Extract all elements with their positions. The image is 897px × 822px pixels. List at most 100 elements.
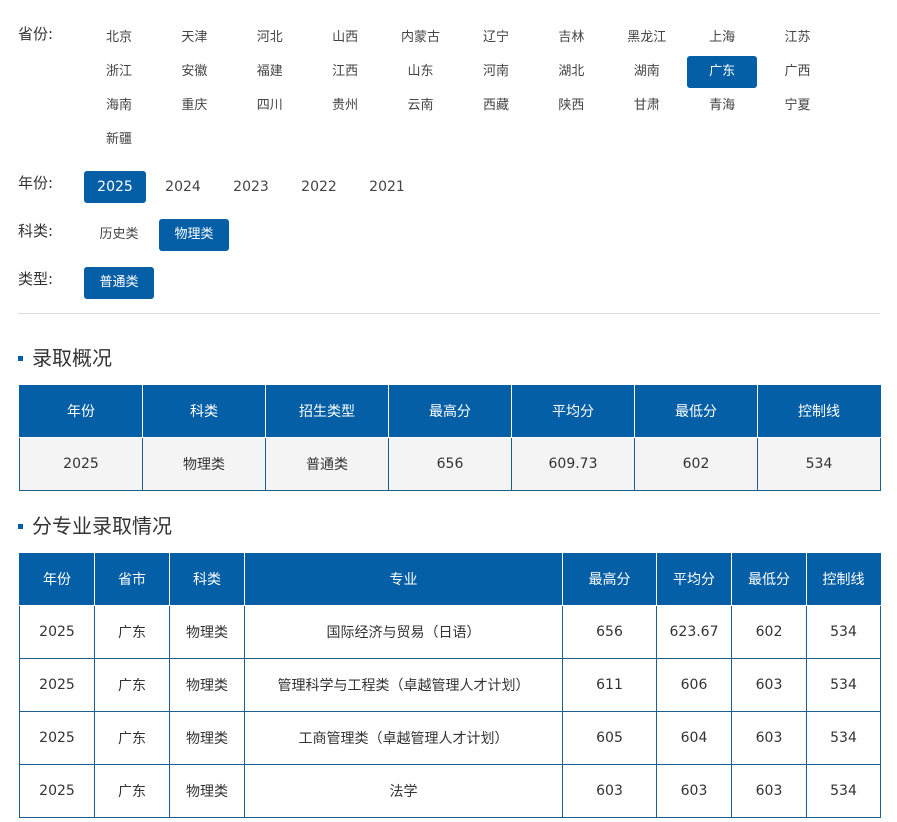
province-option[interactable]: 广西 — [763, 56, 833, 88]
table-cell: 物理类 — [169, 605, 245, 659]
table-cell: 604 — [656, 711, 732, 765]
column-header: 控制线 — [757, 385, 881, 438]
table-cell: 603 — [656, 764, 732, 818]
province-option[interactable]: 海南 — [84, 90, 154, 122]
table-cell: 工商管理类（卓越管理人才计划） — [244, 711, 563, 765]
table-cell: 605 — [562, 711, 657, 765]
subject-label: 科类: — [18, 222, 54, 240]
table-cell: 603 — [562, 764, 657, 818]
year-option[interactable]: 2022 — [288, 171, 350, 203]
table-cell: 534 — [806, 711, 881, 765]
majors-header-row: 年份 省市 科类 专业 最高分 平均分 最低分 控制线 — [19, 553, 881, 606]
column-header: 专业 — [244, 553, 563, 606]
province-option[interactable]: 湖北 — [536, 56, 606, 88]
province-option[interactable]: 山东 — [386, 56, 456, 88]
type-label: 类型: — [18, 270, 54, 288]
subject-option-selected[interactable]: 物理类 — [159, 219, 229, 251]
province-option[interactable]: 四川 — [235, 90, 305, 122]
table-cell: 603 — [731, 658, 807, 712]
table-cell: 602 — [731, 605, 807, 659]
column-header: 平均分 — [656, 553, 732, 606]
table-cell: 广东 — [94, 764, 170, 818]
province-option[interactable]: 江苏 — [763, 22, 833, 54]
type-option-selected[interactable]: 普通类 — [84, 267, 154, 299]
table-cell: 534 — [806, 658, 881, 712]
province-option[interactable]: 甘肃 — [612, 90, 682, 122]
province-option[interactable]: 重庆 — [159, 90, 229, 122]
province-option[interactable]: 新疆 — [84, 124, 154, 156]
table-cell: 603 — [731, 711, 807, 765]
column-header: 最高分 — [388, 385, 512, 438]
province-option[interactable]: 陕西 — [536, 90, 606, 122]
province-option[interactable]: 安徽 — [159, 56, 229, 88]
table-cell: 普通类 — [265, 437, 389, 491]
table-cell: 602 — [634, 437, 758, 491]
year-option[interactable]: 2023 — [220, 171, 282, 203]
column-header: 平均分 — [511, 385, 635, 438]
province-option[interactable]: 上海 — [687, 22, 757, 54]
table-cell: 物理类 — [169, 711, 245, 765]
province-option[interactable]: 贵州 — [310, 90, 380, 122]
type-options: 普通类 — [84, 267, 880, 299]
province-option[interactable]: 吉林 — [536, 22, 606, 54]
column-header: 最低分 — [634, 385, 758, 438]
province-option[interactable]: 辽宁 — [461, 22, 531, 54]
overview-row: 2025 物理类 普通类 656 609.73 602 534 — [19, 437, 881, 491]
table-cell: 2025 — [19, 658, 95, 712]
divider — [18, 313, 880, 314]
province-option[interactable]: 北京 — [84, 22, 154, 54]
province-label: 省份: — [18, 25, 54, 43]
subject-option[interactable]: 历史类 — [84, 219, 154, 251]
column-header: 科类 — [142, 385, 266, 438]
majors-title: 分专业录取情况 — [18, 513, 172, 539]
year-option[interactable]: 2021 — [356, 171, 418, 203]
column-header: 年份 — [19, 385, 143, 438]
province-option[interactable]: 天津 — [159, 22, 229, 54]
major-row: 2025 广东 物理类 工商管理类（卓越管理人才计划） 605 604 603 534 — [19, 711, 881, 765]
year-options: 2025 2024 2023 2022 2021 — [84, 171, 880, 203]
overview-title-text: 录取概况 — [32, 346, 112, 370]
majors-table: 年份 省市 科类 专业 最高分 平均分 最低分 控制线 2025 广东 物理类 国际经济与贸易（日语… — [19, 553, 881, 818]
table-cell: 603 — [731, 764, 807, 818]
province-option[interactable]: 浙江 — [84, 56, 154, 88]
column-header: 年份 — [19, 553, 95, 606]
title-bullet — [18, 523, 23, 529]
year-option[interactable]: 2024 — [152, 171, 214, 203]
overview-title: 录取概况 — [18, 345, 112, 371]
table-cell: 534 — [806, 605, 881, 659]
major-row: 2025 广东 物理类 管理科学与工程类（卓越管理人才计划） 611 606 603 534 — [19, 658, 881, 712]
table-cell: 656 — [388, 437, 512, 491]
province-option[interactable]: 黑龙江 — [612, 22, 682, 54]
table-cell: 623.67 — [656, 605, 732, 659]
province-option[interactable]: 湖南 — [612, 56, 682, 88]
province-option[interactable]: 山西 — [310, 22, 380, 54]
table-cell: 物理类 — [169, 764, 245, 818]
province-option[interactable]: 青海 — [687, 90, 757, 122]
province-option[interactable]: 云南 — [386, 90, 456, 122]
province-option[interactable]: 河南 — [461, 56, 531, 88]
table-cell: 2025 — [19, 711, 95, 765]
table-cell: 611 — [562, 658, 657, 712]
year-option-selected[interactable]: 2025 — [84, 171, 146, 203]
page: 省份: 北京 天津 河北 山西 内蒙古 辽宁 吉林 黑龙江 上海 江苏浙江 安徽 福建 江西 山东 河南 湖北… — [0, 0, 897, 822]
table-cell: 656 — [562, 605, 657, 659]
province-option[interactable]: 内蒙古 — [386, 22, 456, 54]
province-option[interactable]: 宁夏 — [763, 90, 833, 122]
title-bullet — [18, 355, 23, 361]
province-options: 北京 天津 河北 山西 内蒙古 辽宁 吉林 黑龙江 上海 江苏浙江 安徽 福建 江西 山东 河南 湖北 湖南 广东… — [84, 22, 880, 158]
majors-title-text: 分专业录取情况 — [32, 514, 172, 538]
table-cell: 广东 — [94, 711, 170, 765]
column-header: 招生类型 — [265, 385, 389, 438]
province-option[interactable]: 西藏 — [461, 90, 531, 122]
table-cell: 534 — [806, 764, 881, 818]
table-cell: 534 — [757, 437, 881, 491]
province-option[interactable]: 河北 — [235, 22, 305, 54]
table-cell: 国际经济与贸易（日语） — [244, 605, 563, 659]
province-option[interactable]: 福建 — [235, 56, 305, 88]
province-option-selected[interactable]: 广东 — [687, 56, 758, 88]
major-row: 2025 广东 物理类 国际经济与贸易（日语） 656 623.67 602 534 — [19, 605, 881, 659]
subject-options: 历史类 物理类 — [84, 219, 880, 251]
table-cell: 广东 — [94, 605, 170, 659]
column-header: 控制线 — [806, 553, 881, 606]
province-option[interactable]: 江西 — [310, 56, 380, 88]
